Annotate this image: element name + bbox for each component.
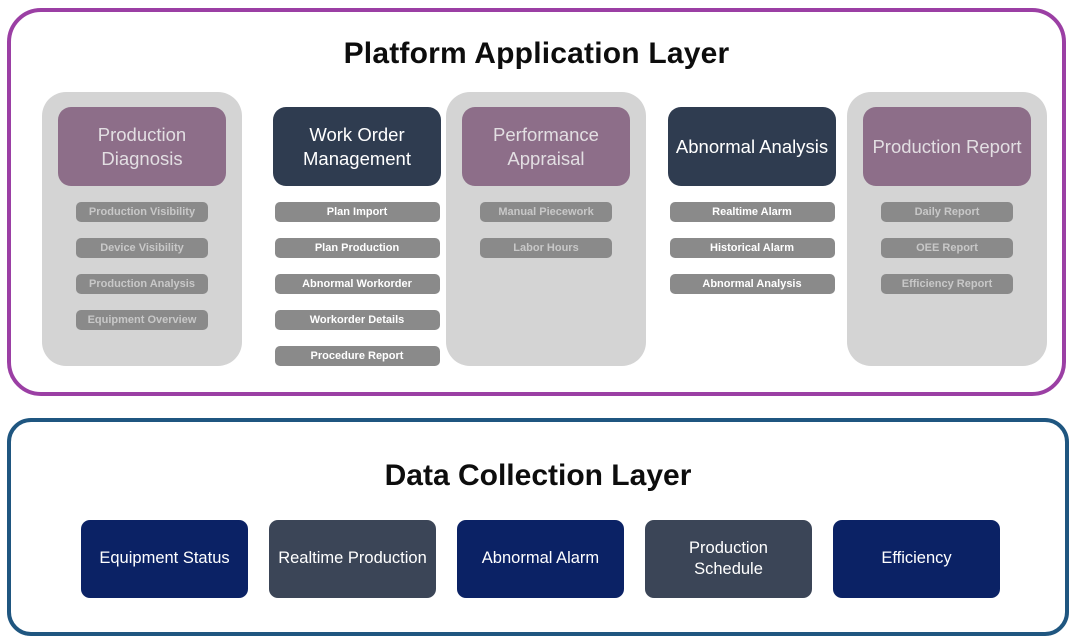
data-collection-layer: Data Collection Layer Equipment Status Re… [7, 418, 1069, 636]
platform-column-header[interactable]: Work Order Management [273, 107, 441, 186]
platform-sub-item[interactable]: Labor Hours [480, 238, 612, 258]
platform-sub-item[interactable]: Procedure Report [274, 346, 440, 366]
platform-sub-item[interactable]: Plan Production [274, 238, 440, 258]
data-collection-box[interactable]: Production Schedule [645, 520, 812, 598]
data-collection-box[interactable]: Equipment Status [81, 520, 248, 598]
platform-sub-item[interactable]: Device Visibility [76, 238, 208, 258]
platform-column-items: Manual Piecework Labor Hours [458, 202, 634, 274]
platform-sub-item[interactable]: OEE Report [881, 238, 1013, 258]
platform-column: Production Diagnosis Production Visibilit… [42, 92, 242, 366]
platform-sub-item[interactable]: Daily Report [881, 202, 1013, 222]
platform-column-header[interactable]: Abnormal Analysis [668, 107, 836, 186]
platform-sub-item[interactable]: Abnormal Workorder [274, 274, 440, 294]
platform-column-header[interactable]: Production Report [863, 107, 1031, 186]
platform-sub-item[interactable]: Equipment Overview [76, 310, 208, 330]
data-collection-box[interactable]: Efficiency [833, 520, 1000, 598]
platform-column-items: Production Visibility Device Visibility Pr… [54, 202, 230, 346]
platform-column-header[interactable]: Performance Appraisal [462, 107, 630, 186]
platform-column-items: Daily Report OEE Report Efficiency Report [859, 202, 1035, 310]
platform-sub-item[interactable]: Efficiency Report [881, 274, 1013, 294]
platform-sub-item[interactable]: Manual Piecework [480, 202, 612, 222]
platform-sub-item[interactable]: Plan Import [274, 202, 440, 222]
platform-application-layer: Platform Application Layer Production Di… [7, 8, 1066, 396]
platform-sub-item[interactable]: Production Visibility [76, 202, 208, 222]
platform-column: Abnormal Analysis Realtime Alarm Historica… [652, 92, 852, 366]
platform-columns-container: Production Diagnosis Production Visibilit… [11, 92, 1062, 382]
platform-layer-title: Platform Application Layer [343, 37, 730, 70]
data-collection-box[interactable]: Abnormal Alarm [457, 520, 624, 598]
data-boxes-container: Equipment Status Realtime Production Abnor… [11, 520, 1065, 602]
platform-column-items: Plan Import Plan Production Abnormal Worko… [269, 202, 445, 382]
data-layer-title: Data Collection Layer [384, 459, 692, 492]
platform-sub-item[interactable]: Realtime Alarm [669, 202, 835, 222]
platform-column: Production Report Daily Report OEE Report E… [847, 92, 1047, 366]
platform-column-header[interactable]: Production Diagnosis [58, 107, 226, 186]
platform-sub-item[interactable]: Abnormal Analysis [669, 274, 835, 294]
platform-column: Performance Appraisal Manual Piecework Lab… [446, 92, 646, 366]
platform-sub-item[interactable]: Historical Alarm [669, 238, 835, 258]
data-collection-box[interactable]: Realtime Production [269, 520, 436, 598]
platform-column: Work Order Management Plan Import Plan Pro… [257, 92, 457, 366]
platform-sub-item[interactable]: Workorder Details [274, 310, 440, 330]
platform-sub-item[interactable]: Production Analysis [76, 274, 208, 294]
platform-column-items: Realtime Alarm Historical Alarm Abnormal A… [664, 202, 840, 310]
